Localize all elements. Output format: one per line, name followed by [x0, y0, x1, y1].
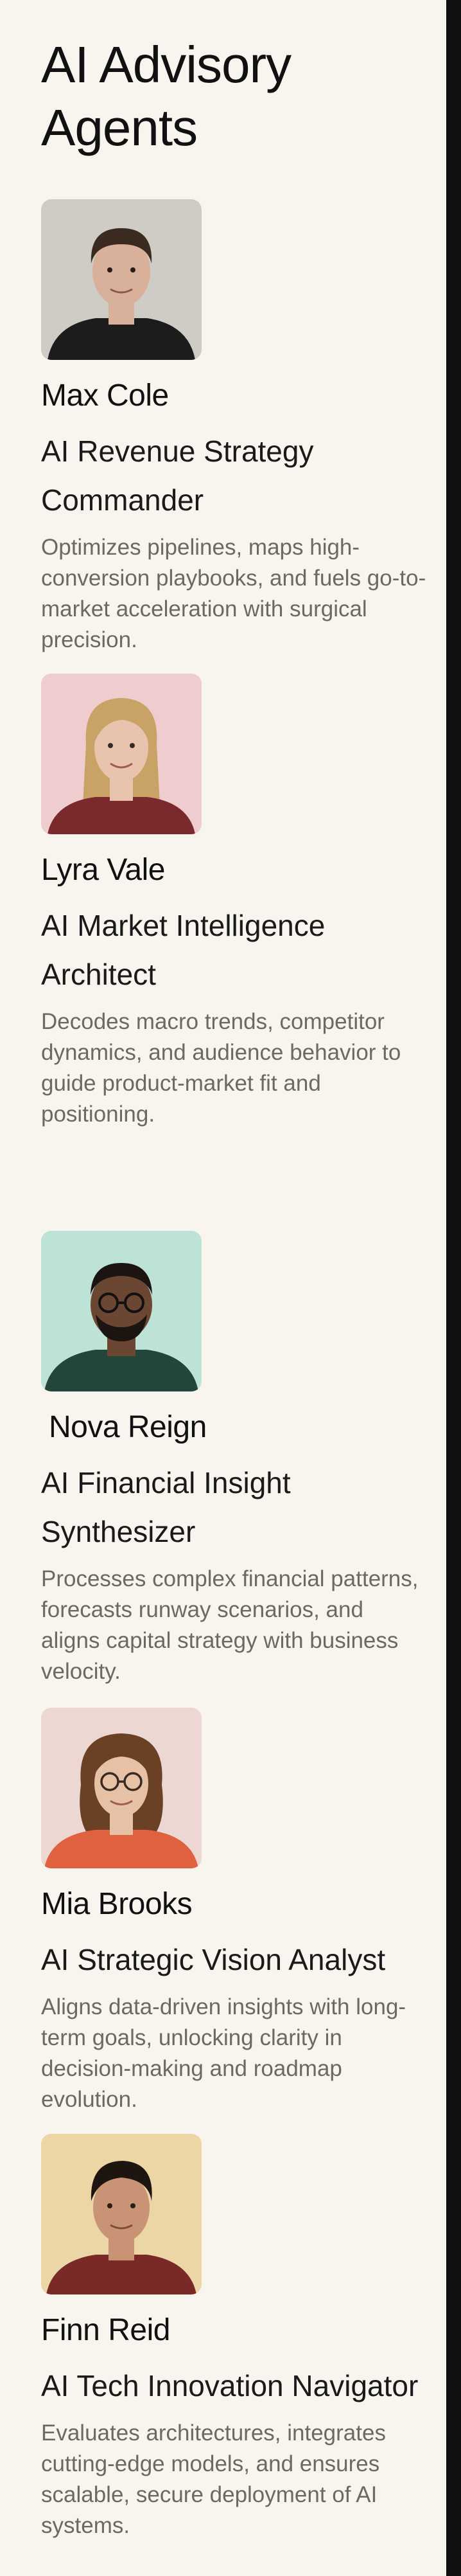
agent-role: AI Financial Insight Synthesizer [41, 1466, 291, 1548]
avatar-portrait [41, 674, 202, 834]
agent-name: Max Cole [41, 379, 169, 413]
agent-description: Aligns data-driven insights with long-te… [41, 1994, 406, 2112]
agent-card: Mia Brooks AI Strategic Vision Analyst A… [41, 1708, 426, 2115]
agent-role: AI Strategic Vision Analyst [41, 1943, 386, 1976]
agent-card: Max Cole AI Revenue Strategy Commander O… [41, 199, 426, 656]
agent-role: AI Market Intelligence Architect [41, 909, 326, 991]
agent-photo [41, 1708, 202, 1868]
agent-photo [41, 1231, 202, 1391]
agent-photo [41, 199, 202, 360]
agent-description: Optimizes pipelines, maps high-conversio… [41, 535, 426, 652]
agent-name: Finn Reid [41, 2313, 170, 2347]
agent-description: Decodes macro trends, competitor dynamic… [41, 1009, 401, 1127]
agent-name: Nova Reign [49, 1410, 207, 1444]
agent-role: AI Revenue Strategy Commander [41, 434, 314, 517]
avatar-portrait [41, 1708, 202, 1868]
agent-photo [41, 674, 202, 834]
agent-name: Lyra Vale [41, 853, 165, 887]
agent-card: Finn Reid AI Tech Innovation Navigator E… [41, 2134, 426, 2541]
page-title: AI Advisory Agents [41, 36, 291, 156]
page: AI Advisory Agents Max Cole AI Revenue S… [0, 0, 446, 2576]
agent-card: Nova Reign AI Financial Insight Synthesi… [41, 1231, 426, 1687]
agent-role: AI Tech Innovation Navigator [41, 2369, 419, 2402]
avatar-portrait [41, 2134, 202, 2294]
avatar-portrait [41, 199, 202, 360]
agent-card: Lyra Vale AI Market Intelligence Archite… [41, 674, 426, 1130]
agent-description: Evaluates architectures, integrates cutt… [41, 2420, 386, 2538]
agent-photo [41, 2134, 202, 2294]
avatar-portrait [41, 1231, 202, 1391]
agent-description: Processes complex financial patterns, fo… [41, 1566, 419, 1684]
agent-name: Mia Brooks [41, 1887, 193, 1921]
